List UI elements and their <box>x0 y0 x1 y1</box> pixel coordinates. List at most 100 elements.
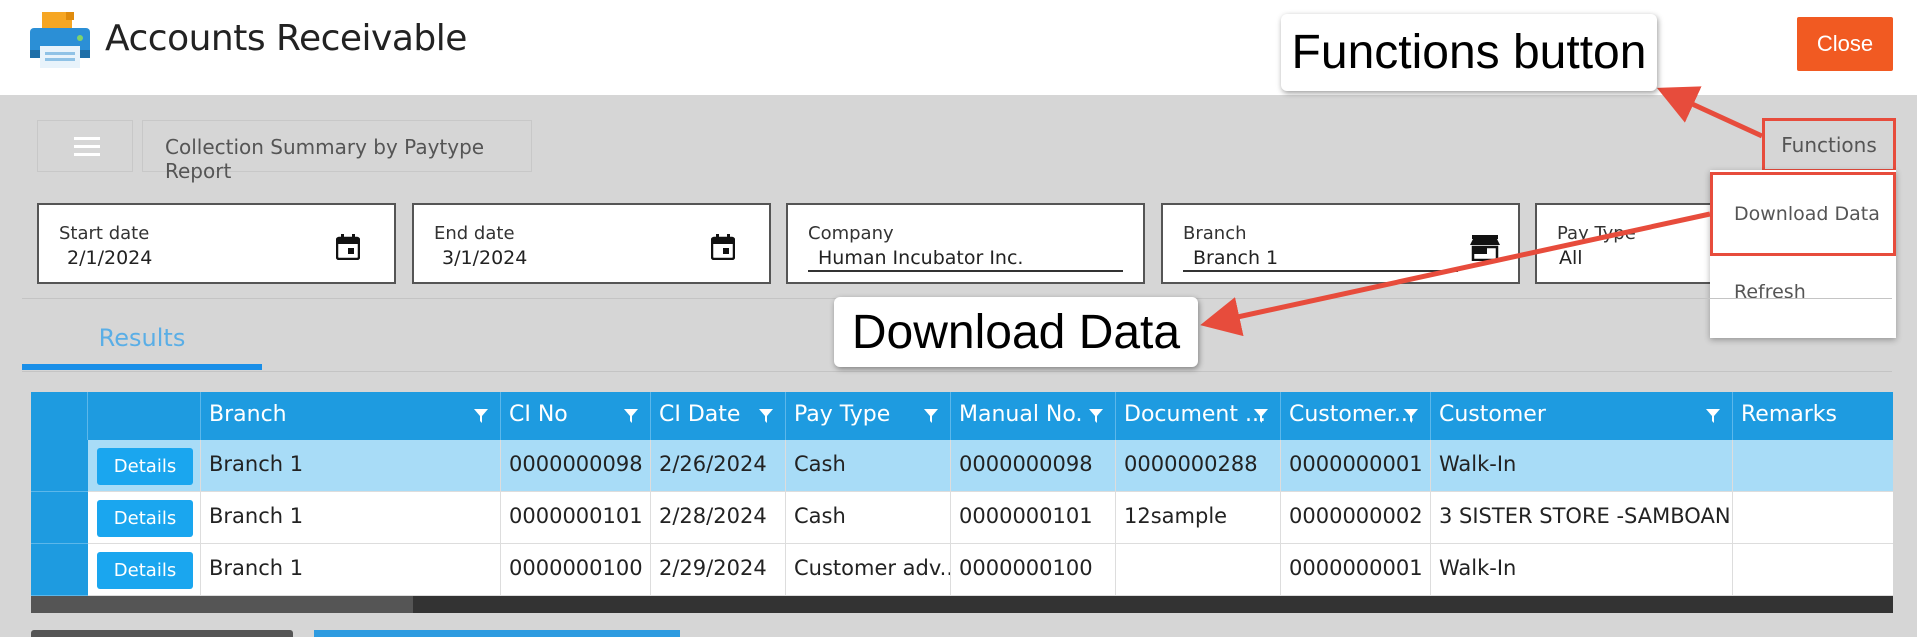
divider <box>22 371 1892 372</box>
menu-icon-bar <box>74 145 100 148</box>
cell-branch: Branch 1 <box>201 544 501 596</box>
menu-item-download-data[interactable]: Download Data <box>1710 172 1896 256</box>
menu-icon <box>74 137 100 140</box>
end-date-field[interactable]: End date 3/1/2024 <box>412 203 771 284</box>
filter-icon[interactable] <box>474 409 488 423</box>
branch-field[interactable]: Branch Branch 1 <box>1161 203 1520 284</box>
branch-underline <box>1183 270 1458 272</box>
hamburger-menu-button[interactable] <box>37 120 133 172</box>
cell-remarks <box>1733 492 1893 544</box>
filter-icon[interactable] <box>1089 409 1103 423</box>
functions-button-callout: Functions button <box>1281 14 1657 91</box>
column-header-label: Manual No. <box>959 402 1083 427</box>
cell-pay-type: Customer adv... <box>786 544 951 596</box>
column-header-label: Document ... <box>1124 402 1266 427</box>
column-header-label: Remarks <box>1741 402 1837 427</box>
actions-cell <box>88 544 201 596</box>
filter-icon[interactable] <box>1404 409 1418 423</box>
cell-document: 12sample <box>1116 492 1281 544</box>
cell-customer: 3 SISTER STORE -SAMBOAN <box>1431 492 1733 544</box>
end-date-label: End date <box>434 223 515 244</box>
cell-pay-type: Cash <box>786 440 951 492</box>
cell-branch: Branch 1 <box>201 440 501 492</box>
tab-results[interactable]: Results <box>22 315 262 371</box>
cell-branch: Branch 1 <box>201 492 501 544</box>
cell-remarks <box>1733 544 1893 596</box>
scrollbar-thumb[interactable] <box>31 596 413 613</box>
actions-cell <box>88 492 201 544</box>
row-indicator[interactable] <box>31 492 88 544</box>
menu-icon-bar <box>74 153 100 156</box>
filter-icon[interactable] <box>1254 409 1268 423</box>
column-header-customer[interactable]: Customer <box>1431 392 1733 440</box>
grid-header: Branch CI No CI Date Pay Type Manual No.… <box>31 392 1893 440</box>
cell-manual-no: 0000000101 <box>951 492 1116 544</box>
cell-ci-date: 2/29/2024 <box>651 544 786 596</box>
cell-customer: Walk-In <box>1431 440 1733 492</box>
column-header-label: CI No <box>509 402 568 427</box>
column-header-remarks[interactable]: Remarks <box>1733 392 1893 440</box>
filter-icon[interactable] <box>1706 409 1720 423</box>
menu-item-refresh[interactable]: Refresh <box>1710 270 1896 314</box>
cell-remarks <box>1733 440 1893 492</box>
cell-customer-no: 0000000002 <box>1281 492 1431 544</box>
calendar-icon[interactable] <box>336 234 360 260</box>
pager-buttons-strip <box>314 630 680 637</box>
cell-ci-no: 0000000100 <box>501 544 651 596</box>
branch-value: Branch 1 <box>1193 247 1279 269</box>
start-date-label: Start date <box>59 223 150 244</box>
cell-customer-no: 0000000001 <box>1281 440 1431 492</box>
company-value: Human Incubator Inc. <box>818 247 1024 269</box>
printer-icon <box>30 12 90 68</box>
cell-document <box>1116 544 1281 596</box>
close-button[interactable]: Close <box>1797 17 1893 71</box>
filter-icon[interactable] <box>924 409 938 423</box>
arrow-to-functions-callout <box>1656 86 1764 139</box>
row-indicator[interactable] <box>31 544 88 596</box>
page-title: Collection Summary by Paytype Report <box>142 120 532 183</box>
pager-strip <box>31 630 293 637</box>
company-label: Company <box>808 223 894 244</box>
row-indicator[interactable] <box>31 440 88 492</box>
cell-manual-no: 0000000100 <box>951 544 1116 596</box>
cell-ci-no: 0000000098 <box>501 440 651 492</box>
functions-dropdown: Download Data Refresh <box>1710 170 1896 338</box>
column-header-label: Branch <box>209 402 287 427</box>
column-header-branch[interactable]: Branch <box>201 392 501 440</box>
column-header-label: CI Date <box>659 402 741 427</box>
cell-customer: Walk-In <box>1431 544 1733 596</box>
column-header-label: Customer... <box>1289 402 1415 427</box>
pay-type-field[interactable]: Pay Type All <box>1535 203 1715 284</box>
tab-active-indicator <box>22 364 262 370</box>
end-date-value: 3/1/2024 <box>442 247 528 269</box>
column-header-label: Pay Type <box>794 402 891 427</box>
branch-label: Branch <box>1183 223 1247 244</box>
cell-customer-no: 0000000001 <box>1281 544 1431 596</box>
table-row[interactable]: Details Branch 1 0000000100 2/29/2024 Cu… <box>31 544 1893 596</box>
calendar-icon[interactable] <box>711 234 735 260</box>
download-data-callout: Download Data <box>834 297 1198 367</box>
functions-button[interactable]: Functions <box>1762 118 1896 172</box>
table-row[interactable]: Details Branch 1 0000000098 2/26/2024 Ca… <box>31 440 1893 492</box>
company-underline <box>808 270 1123 272</box>
cell-manual-no: 0000000098 <box>951 440 1116 492</box>
app-title: Accounts Receivable <box>105 18 467 59</box>
header-actions <box>88 392 201 440</box>
horizontal-scrollbar[interactable] <box>31 596 1893 613</box>
cell-document: 0000000288 <box>1116 440 1281 492</box>
cell-ci-no: 0000000101 <box>501 492 651 544</box>
filter-icon[interactable] <box>759 409 773 423</box>
pay-type-label: Pay Type <box>1557 223 1636 244</box>
pay-type-value: All <box>1559 247 1583 269</box>
header-row-indicator <box>31 392 88 440</box>
company-field[interactable]: Company Human Incubator Inc. <box>786 203 1145 284</box>
filter-icon[interactable] <box>624 409 638 423</box>
store-icon[interactable] <box>1470 235 1500 261</box>
results-grid: Branch CI No CI Date Pay Type Manual No.… <box>31 392 1893 613</box>
cell-pay-type: Cash <box>786 492 951 544</box>
table-row[interactable]: Details Branch 1 0000000101 2/28/2024 Ca… <box>31 492 1893 544</box>
actions-cell <box>88 440 201 492</box>
cell-ci-date: 2/26/2024 <box>651 440 786 492</box>
start-date-value: 2/1/2024 <box>67 247 153 269</box>
start-date-field[interactable]: Start date 2/1/2024 <box>37 203 396 284</box>
